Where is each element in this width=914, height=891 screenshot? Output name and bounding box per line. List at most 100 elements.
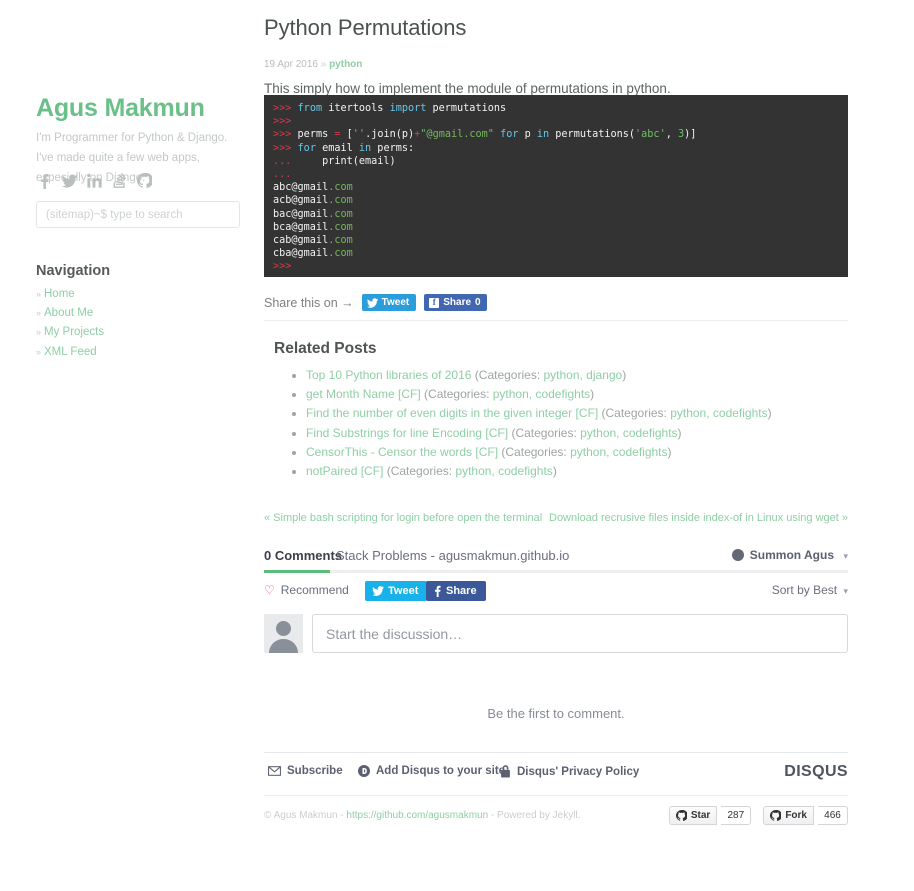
code-token: email [315, 142, 359, 154]
related-post-link[interactable]: get Month Name [CF] [306, 387, 421, 401]
chevron-down-icon[interactable]: ▾ [843, 551, 848, 562]
previous-post-link[interactable]: « Simple bash scripting for login before… [264, 512, 542, 524]
subscribe-link[interactable]: Subscribe [268, 765, 343, 777]
privacy-policy-link[interactable]: Disqus' Privacy Policy [500, 765, 639, 778]
navigation-list: Home About Me My Projects XML Feed [36, 285, 236, 362]
related-posts-title: Related Posts [274, 340, 377, 357]
github-icon [770, 810, 782, 821]
sidebar-item-home[interactable]: Home [36, 285, 236, 304]
add-disqus-label: Add Disqus to your site [376, 765, 506, 777]
related-post-category-prefix: (Categories: [420, 387, 493, 402]
meta-bullet-icon: » [320, 59, 327, 70]
tweet-button[interactable]: Tweet [361, 294, 417, 311]
related-post-categories[interactable]: python, codefights [670, 406, 767, 420]
related-post-category-prefix: (Categories: [471, 368, 544, 382]
code-token: in [358, 142, 372, 154]
pagination: « Simple bash scripting for login before… [264, 512, 848, 528]
disqus-footer: Subscribe Add Disqus to your site Disqus… [264, 763, 848, 785]
divider [264, 752, 848, 753]
code-token: .com [328, 248, 353, 260]
related-post-link[interactable]: notPaired [CF] [306, 464, 383, 478]
disqus-user-menu[interactable]: Summon Agus [731, 548, 834, 562]
sidebar-item-xml-feed[interactable]: XML Feed [36, 343, 236, 362]
github-profile-link[interactable]: https://github.com/agusmakmun [346, 810, 488, 821]
disqus-header: 0 Comments Stack Problems - agusmakmun.g… [264, 540, 848, 573]
code-content: >>> from itertools import permutations >… [273, 102, 848, 274]
disqus-widget: 0 Comments Stack Problems - agusmakmun.g… [264, 540, 848, 780]
code-block: >>> from itertools import permutations >… [264, 95, 848, 277]
github-icon[interactable] [137, 172, 152, 189]
post-meta: 19 Apr 2016 » python [264, 59, 864, 70]
github-fork-button[interactable]: Fork 466 [763, 806, 848, 825]
stackoverflow-icon[interactable] [112, 172, 127, 189]
avatar-body [269, 639, 298, 653]
twitter-bird-icon [366, 297, 378, 308]
main-content: Python Permutations 19 Apr 2016 » python… [260, 0, 860, 524]
social-links [37, 172, 152, 189]
github-fork-count[interactable]: 466 [818, 806, 848, 825]
code-token: cba@gmail [273, 248, 329, 260]
code-token: 'abc' [635, 129, 666, 141]
github-star-label: Star [690, 810, 711, 821]
code-token: >>> [273, 261, 292, 273]
disqus-tweet-button[interactable]: Tweet [365, 581, 428, 601]
disqus-site-name[interactable]: Stack Problems - agusmakmun.github.io [336, 548, 569, 563]
related-post-categories[interactable]: python, codefights [455, 464, 552, 478]
comment-input[interactable] [312, 614, 848, 653]
github-star-button[interactable]: Star 287 [668, 806, 752, 825]
related-post-categories[interactable]: python, codefights [493, 387, 590, 401]
github-icon [675, 810, 687, 821]
twitter-icon[interactable] [62, 172, 77, 189]
empty-comments-message: Be the first to comment. [487, 706, 625, 721]
related-post-link[interactable]: Find Substrings for line Encoding [CF] [306, 426, 508, 440]
disqus-tweet-label: Tweet [388, 585, 419, 597]
related-posts-list: Top 10 Python libraries of 2016 (Categor… [290, 366, 850, 481]
related-post-category-prefix: (Categories: [383, 463, 456, 478]
github-star-main[interactable]: Star [668, 806, 718, 825]
related-post-link[interactable]: CensorThis - Censor the words [CF] [306, 445, 498, 459]
divider [264, 795, 848, 796]
envelope-icon [268, 766, 281, 776]
code-token: from [297, 103, 323, 114]
search-input[interactable] [36, 201, 240, 228]
github-star-count[interactable]: 287 [721, 806, 752, 825]
code-token: itertools [322, 103, 390, 114]
navigation-title: Navigation [36, 263, 111, 279]
linkedin-icon[interactable] [87, 172, 102, 189]
related-post-link[interactable]: Top 10 Python libraries of 2016 [306, 368, 471, 382]
github-buttons: Star 287 Fork 466 [668, 806, 848, 825]
code-token: >>> [273, 129, 298, 141]
code-token: join [371, 129, 396, 141]
facebook-icon[interactable] [37, 172, 52, 189]
related-post-categories[interactable]: python, codefights [580, 426, 677, 440]
facebook-share-button[interactable]: f Share 0 [424, 294, 487, 311]
facebook-icon [435, 585, 441, 597]
code-token: in [536, 129, 550, 141]
sidebar-item-my-projects[interactable]: My Projects [36, 323, 236, 342]
related-post-categories[interactable]: python, django [543, 368, 622, 382]
next-post-link[interactable]: Download recrusive files inside index-of… [549, 512, 848, 524]
disqus-facebook-share-button[interactable]: Share [426, 581, 486, 601]
recommend-button[interactable]: ♡ Recommend [264, 583, 349, 597]
sort-selector[interactable]: Sort by Best ▾ [772, 583, 848, 597]
divider [264, 320, 848, 321]
related-post-link[interactable]: Find the number of even digits in the gi… [306, 406, 598, 420]
list-item: CensorThis - Censor the words [CF] (Cate… [306, 443, 850, 462]
disqus-logo-icon [358, 765, 370, 777]
code-token: "@ [420, 129, 433, 141]
lock-icon [501, 765, 510, 778]
github-fork-main[interactable]: Fork [763, 806, 814, 825]
code-token: bca@gmail [273, 221, 329, 233]
code-token: perms [297, 129, 335, 141]
code-token: >>> [273, 103, 298, 114]
sidebar-item-about-me[interactable]: About Me [36, 304, 236, 323]
add-disqus-link[interactable]: Add Disqus to your site [358, 765, 505, 777]
post-tag[interactable]: python [329, 59, 362, 70]
disqus-logo[interactable]: DISQUS [784, 763, 848, 781]
code-token: [ [340, 129, 353, 141]
related-post-category-prefix: (Categories: [598, 406, 671, 421]
list-item: Find the number of even digits in the gi… [306, 404, 850, 423]
related-post-categories[interactable]: python, codefights [570, 445, 667, 459]
related-post-category-suffix: ) [590, 387, 595, 402]
post-date: 19 Apr 2016 [264, 59, 318, 70]
